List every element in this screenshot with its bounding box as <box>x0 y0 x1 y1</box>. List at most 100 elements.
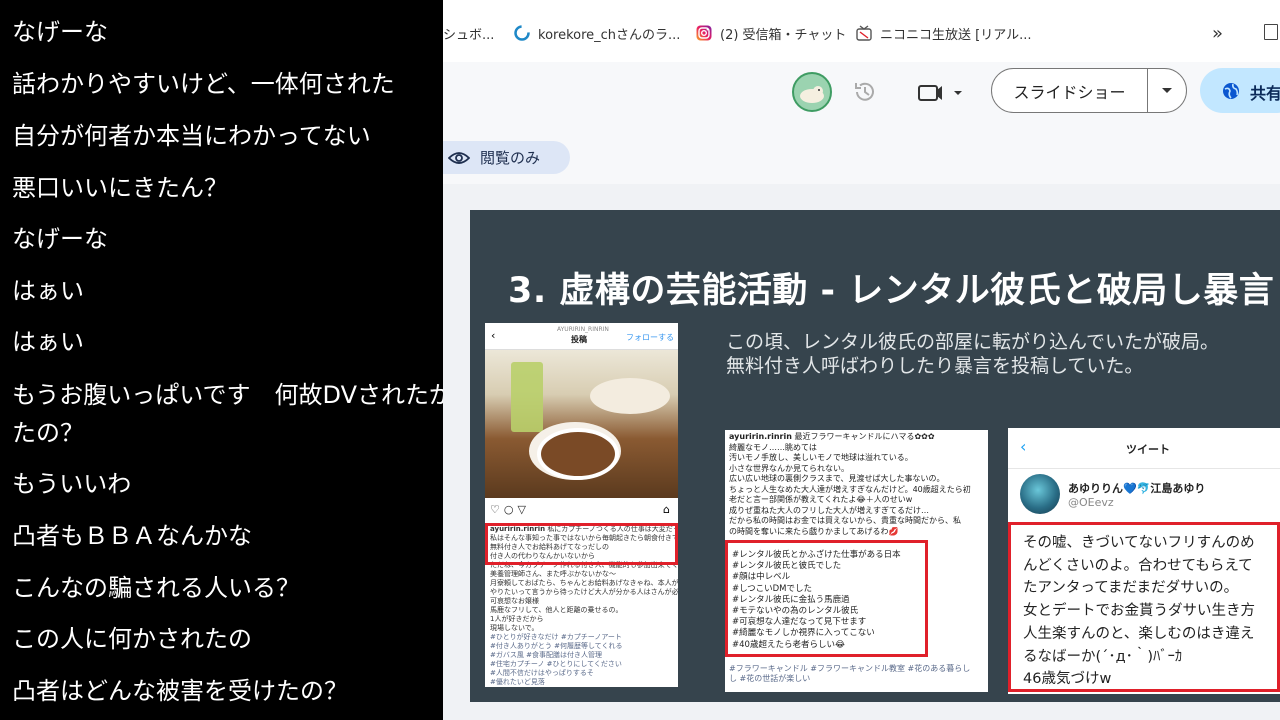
comment: 凸者もＢＢＡなんかな <box>12 522 252 550</box>
korekore-icon <box>514 25 530 41</box>
folder-icon[interactable] <box>1264 24 1278 40</box>
highlight-box <box>485 523 678 565</box>
insta-hashtag-line: #人間不信だけはやっぱりするそ <box>490 669 594 677</box>
bookmark-label-2: (2) 受信箱・チャット <box>720 27 847 43</box>
green-drink <box>511 362 543 432</box>
post2-footer-line: #フラワーキャンドル #フラワーキャンドル教室 #花のある暮らし <box>729 664 971 673</box>
insta-header-title: 投稿 <box>571 335 587 344</box>
post2-line: だから私の時間はお金では買えないから、貴重な時間だから、私 <box>729 516 961 525</box>
comment: もういいわ <box>12 470 132 498</box>
insta-header-user: AYURIRIN_RINRIN <box>557 326 609 333</box>
insta-caption-line: 馬鹿なフリして、他人と距離の乗せるの。 <box>490 606 623 614</box>
post2-line: 老だと言ー部関係が教えてくれたよ😂＋人のせいw <box>729 495 913 504</box>
instagram-icon <box>696 25 712 41</box>
bookmark-label-1: korekore_chさんのラ... <box>538 27 681 43</box>
highlight-box <box>1008 522 1280 692</box>
insta-caption-line: 月寮頼しておばたら、ちゃんとお給料あげなきゃね、本人が無料で <box>490 579 678 587</box>
bookmark-item-3[interactable]: ニコニコ生放送 [リアル... <box>856 22 1031 44</box>
back-arrow-icon: ‹ <box>491 329 496 342</box>
chevron-double-right-icon: » <box>1212 22 1224 44</box>
share-label: 共有 <box>1250 84 1280 103</box>
flower-candle-post-screenshot: ayuririn.rinrin 最近フラワーキャンドルにハマる✿✿✿ 綺麗なモノ… <box>725 430 988 692</box>
insta-caption-line: 現場しないで。 <box>490 624 539 632</box>
post2-line: 成りぜ重ねた大人のフリした大人が増えすぎてるだけ… <box>729 505 929 515</box>
share-button[interactable]: 共有 <box>1200 68 1280 113</box>
comment-overlay: なげーな 話わかりやすいけど、一体何された 自分が何者か本当にわかってない 悪口… <box>0 0 443 720</box>
niconico-icon <box>856 25 872 41</box>
comment: 悪口いいにきたん？ <box>12 174 228 202</box>
meet-camera-button[interactable] <box>916 78 972 106</box>
comment: はぁい <box>12 277 84 305</box>
comment: なげーな <box>12 18 108 46</box>
slideshow-button[interactable]: スライドショー <box>992 69 1147 112</box>
insta-caption-line: やりたいって言うから待ったけど大人が分かる人はさんが必ず、幸せ者。 <box>490 588 678 596</box>
insta-hashtag-line: #ガバス風 #食事配膳は付き人管理 <box>490 651 602 659</box>
globe-icon <box>1223 83 1239 99</box>
cappuccino-art <box>537 428 619 480</box>
tweet-header: ‹ ツイート <box>1008 428 1280 469</box>
camera-icon <box>918 85 962 101</box>
instagram-post-screenshot: ‹ AYURIRIN_RINRIN 投稿 フォローする ♡○▽ ⌂ ayurir… <box>485 323 678 687</box>
post2-footer: #フラワーキャンドル #フラワーキャンドル教室 #花のある暮らし し #花の世話… <box>729 664 970 684</box>
comment: 話わかりやすいけど、一体何された <box>12 70 395 98</box>
bookmark-label-3: ニコニコ生放送 [リアル... <box>880 27 1032 43</box>
bookmark-icon: ⌂ <box>663 503 670 516</box>
bookmarks-bar: シュボ... korekore_chさんのラ... (2) 受信箱・チャット ニ… <box>443 0 1280 63</box>
post2-text: ayuririn.rinrin 最近フラワーキャンドルにハマる✿✿✿ 綺麗なモノ… <box>729 432 971 537</box>
avatar <box>1020 474 1060 514</box>
side-plate <box>590 378 670 414</box>
insta-follow-button: フォローする <box>626 333 674 342</box>
view-only-label: 閲覧のみ <box>480 149 541 167</box>
insta-header: ‹ AYURIRIN_RINRIN 投稿 フォローする <box>485 323 678 350</box>
slideshow-label: スライドショー <box>1013 82 1126 102</box>
coffee-photo <box>485 350 678 498</box>
slideshow-button-group: スライドショー <box>991 68 1187 113</box>
slide-body-line-1: この頃、レンタル彼氏の部屋に転がり込んでいたが破局。 <box>726 331 1220 353</box>
comment: この人に何かされたの <box>12 625 252 653</box>
insta-caption-line: 1人が好きだから <box>490 615 544 623</box>
post2-line: 汚いモノ手放し、美しいモノで地球は溢れている。 <box>729 453 913 462</box>
caret-down-icon <box>1162 87 1172 93</box>
tweet-screenshot: ‹ ツイート あゆりりん💙🐬江島あゆり @OEevz その嘘、きづいてないフリす… <box>1008 428 1280 694</box>
slide-body: この頃、レンタル彼氏の部屋に転がり込んでいたが破局。 無料付き人呼ばわりしたり暴… <box>726 330 1219 378</box>
slide-title: 3. 虚構の芸能活動 - レンタル彼氏と破局し暴言 <box>508 271 1275 311</box>
post2-line: 綺麗なモノ……眺めては <box>729 442 817 452</box>
bookmark-item-1[interactable]: korekore_chさんのラ... <box>514 22 680 44</box>
insta-caption-line: 可哀想なお嬢様 <box>490 597 539 605</box>
eye-icon <box>448 151 470 164</box>
insta-hashtag-line: #優れたいど見落 <box>490 678 545 686</box>
post2-footer-line: し #花の世話が楽しい <box>729 674 811 683</box>
slide: 3. 虚構の芸能活動 - レンタル彼氏と破局し暴言 この頃、レンタル彼氏の部屋に… <box>470 210 1280 702</box>
slides-toolbar: スライドショー 共有 <box>443 62 1280 132</box>
insta-hashtag-line: #住宅カプチーノ #ひとりにしてください <box>490 660 622 668</box>
insta-action-icons: ♡○▽ <box>490 503 530 516</box>
back-arrow-icon: ‹ <box>1020 437 1027 456</box>
tweet-author-name: あゆりりん💙🐬江島あゆり <box>1068 482 1206 495</box>
tweet-author-handle: @OEevz <box>1068 496 1114 509</box>
post2-line: 広い広い地球の裏側クラスまで、見渡せば大した事ないの。 <box>729 474 945 483</box>
highlight-box <box>725 540 928 657</box>
bookmarks-more-button[interactable]: » <box>1212 22 1223 44</box>
post2-line: の時間を奪いに来たら戯りかましてあげるわ💋 <box>729 526 899 536</box>
bookmark-item-2[interactable]: (2) 受信箱・チャット <box>696 22 846 44</box>
post2-head-text: 最近フラワーキャンドルにハマる✿✿✿ <box>794 432 935 441</box>
slide-body-line-2: 無料付き人呼ばわりしたり暴言を投稿していた。 <box>726 355 1144 377</box>
comment: こんなの騙される人いる？ <box>12 574 300 602</box>
bookmark-label-0: シュボ... <box>443 27 495 43</box>
comment: なげーな <box>12 225 108 253</box>
insta-caption-line: 美養管理師さん、また呼ぶかないかな～ <box>490 570 616 578</box>
bookmark-item-0[interactable]: シュボ... <box>443 22 494 44</box>
post2-line: ちょっと人生なめた大人達が増えすぎなんだけど。40歳超えたら初 <box>729 484 971 494</box>
comment: 自分が何者か本当にわかってない <box>12 122 371 150</box>
view-only-chip[interactable]: 閲覧のみ <box>443 141 570 174</box>
insta-hashtag-line: #付き人ありがとう #何履歴等してくれる <box>490 642 623 650</box>
tweet-header-title: ツイート <box>1126 443 1170 456</box>
comment: 凸者はどんな被害を受けたの？ <box>12 677 348 705</box>
slideshow-dropdown-button[interactable] <box>1148 69 1186 112</box>
post2-user: ayuririn.rinrin <box>729 432 792 441</box>
history-icon[interactable] <box>851 78 879 106</box>
avatar[interactable] <box>792 72 832 112</box>
insta-hashtag-line: #ひとりが好きなだけ #カプチーノアート <box>490 633 622 641</box>
post2-line: 小さな世界なんか見てられない。 <box>729 463 849 473</box>
comment: もうお腹いっぱいです 何故DVされたがったの？ <box>12 381 443 447</box>
